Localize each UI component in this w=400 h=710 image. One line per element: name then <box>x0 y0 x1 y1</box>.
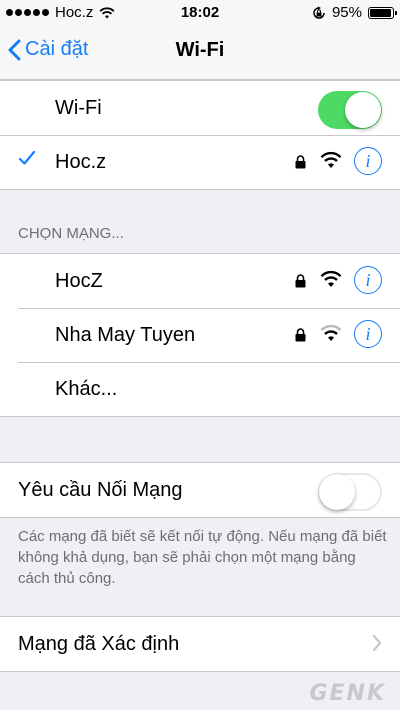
known-networks-row[interactable]: Mạng đã Xác định <box>0 617 400 671</box>
choose-network-group: HocZ i Nha May Tuyen i Khác... <box>0 253 400 417</box>
ask-to-join-toggle[interactable] <box>318 473 382 511</box>
navigation-bar: Cài đặt Wi-Fi <box>0 24 400 80</box>
other-network-label: Khác... <box>55 377 118 400</box>
known-networks-label: Mạng đã Xác định <box>18 632 180 655</box>
battery-icon <box>368 6 397 19</box>
info-button[interactable]: i <box>354 320 382 348</box>
checkmark-icon <box>18 150 36 165</box>
ask-to-join-note: Các mạng đã biết sẽ kết nối tự động. Nếu… <box>18 528 387 587</box>
lock-icon <box>295 155 306 169</box>
battery-percent: 95% <box>331 4 362 21</box>
network-row[interactable]: HocZ i <box>0 254 400 308</box>
info-icon: i <box>365 323 371 344</box>
wifi-group: Wi-Fi Hoc.z i <box>0 80 400 190</box>
battery-fill <box>370 8 391 17</box>
info-icon: i <box>365 150 371 171</box>
lock-icon <box>295 274 306 288</box>
info-button[interactable]: i <box>354 147 382 175</box>
status-bar: Hoc.z 18:02 95% <box>0 0 400 24</box>
wifi-icon <box>320 270 342 287</box>
ask-to-join-group: Yêu cầu Nối Mạng <box>0 462 400 518</box>
wifi-icon <box>320 151 342 168</box>
wifi-icon <box>320 324 342 341</box>
rotation-lock-icon <box>313 6 325 19</box>
chevron-right-icon <box>372 634 382 652</box>
info-icon: i <box>365 269 371 290</box>
page-title: Wi-Fi <box>175 39 225 61</box>
wifi-label: Wi-Fi <box>55 96 102 119</box>
known-networks-group: Mạng đã Xác định <box>0 616 400 672</box>
connected-network-row[interactable]: Hoc.z i <box>0 135 400 189</box>
lock-icon <box>295 328 306 342</box>
network-name: Nha May Tuyen <box>55 323 196 346</box>
ask-to-join-label: Yêu cầu Nối Mạng <box>18 478 183 501</box>
toggle-knob <box>319 474 355 510</box>
ask-to-join-row: Yêu cầu Nối Mạng <box>0 463 400 517</box>
toggle-knob <box>345 92 381 128</box>
watermark-logo: GENK <box>309 681 386 706</box>
info-button[interactable]: i <box>354 266 382 294</box>
choose-network-header: CHỌN MẠNG... <box>18 225 124 242</box>
connected-network-name: Hoc.z <box>55 150 107 173</box>
other-network-row[interactable]: Khác... <box>0 362 400 416</box>
network-name: HocZ <box>55 269 103 292</box>
network-row[interactable]: Nha May Tuyen i <box>0 308 400 362</box>
status-right: 95% <box>312 4 397 21</box>
wifi-toggle-row: Wi-Fi <box>0 81 400 135</box>
wifi-toggle[interactable] <box>318 91 382 129</box>
